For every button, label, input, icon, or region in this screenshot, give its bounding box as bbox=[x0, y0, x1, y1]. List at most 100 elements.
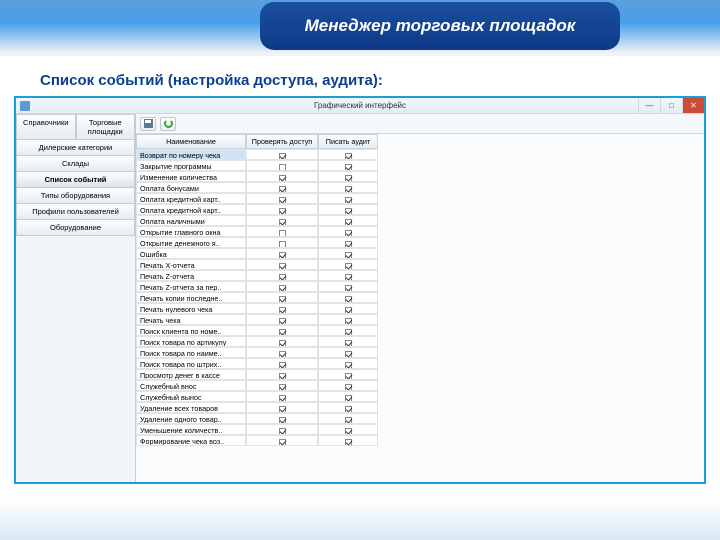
row-audit-cell[interactable] bbox=[318, 204, 378, 215]
row-audit-cell[interactable] bbox=[318, 380, 378, 391]
sidebar-item-4[interactable]: Профили пользователей bbox=[16, 204, 135, 220]
checkbox-icon[interactable] bbox=[345, 329, 352, 336]
row-name[interactable]: Возврат по номеру чека bbox=[136, 149, 246, 160]
row-access-cell[interactable] bbox=[246, 171, 318, 182]
row-name[interactable]: Печать X-отчета bbox=[136, 259, 246, 270]
row-name[interactable]: Служебный вынос bbox=[136, 391, 246, 402]
row-audit-cell[interactable] bbox=[318, 292, 378, 303]
row-audit-cell[interactable] bbox=[318, 171, 378, 182]
checkbox-icon[interactable] bbox=[279, 373, 286, 380]
row-audit-cell[interactable] bbox=[318, 369, 378, 380]
checkbox-icon[interactable] bbox=[279, 197, 286, 204]
row-audit-cell[interactable] bbox=[318, 248, 378, 259]
checkbox-icon[interactable] bbox=[345, 219, 352, 226]
row-name[interactable]: Удаление всех товаров bbox=[136, 402, 246, 413]
refresh-button[interactable] bbox=[160, 117, 176, 131]
minimize-button[interactable]: — bbox=[638, 98, 660, 113]
sidebar-tab-0[interactable]: Справочники bbox=[16, 114, 76, 140]
row-access-cell[interactable] bbox=[246, 226, 318, 237]
checkbox-icon[interactable] bbox=[279, 252, 286, 259]
row-audit-cell[interactable] bbox=[318, 259, 378, 270]
row-access-cell[interactable] bbox=[246, 347, 318, 358]
row-audit-cell[interactable] bbox=[318, 160, 378, 171]
checkbox-icon[interactable] bbox=[345, 384, 352, 391]
checkbox-icon[interactable] bbox=[279, 186, 286, 193]
checkbox-icon[interactable] bbox=[345, 351, 352, 358]
row-audit-cell[interactable] bbox=[318, 358, 378, 369]
checkbox-icon[interactable] bbox=[279, 417, 286, 424]
row-access-cell[interactable] bbox=[246, 369, 318, 380]
checkbox-icon[interactable] bbox=[279, 329, 286, 336]
row-name[interactable]: Оплата наличными bbox=[136, 215, 246, 226]
sidebar-item-1[interactable]: Склады bbox=[16, 156, 135, 172]
checkbox-icon[interactable] bbox=[279, 274, 286, 281]
row-name[interactable]: Оплата бонусами bbox=[136, 182, 246, 193]
checkbox-icon[interactable] bbox=[279, 340, 286, 347]
save-button[interactable] bbox=[140, 117, 156, 131]
row-access-cell[interactable] bbox=[246, 149, 318, 160]
row-name[interactable]: Уменьшение количеств.. bbox=[136, 424, 246, 435]
row-audit-cell[interactable] bbox=[318, 226, 378, 237]
sidebar-tab-1[interactable]: Торговые площадки bbox=[76, 114, 136, 140]
checkbox-icon[interactable] bbox=[345, 296, 352, 303]
checkbox-icon[interactable] bbox=[345, 362, 352, 369]
checkbox-icon[interactable] bbox=[279, 439, 286, 446]
checkbox-icon[interactable] bbox=[345, 285, 352, 292]
row-name[interactable]: Оплата кредитной карт.. bbox=[136, 193, 246, 204]
row-name[interactable]: Поиск товара по штрих.. bbox=[136, 358, 246, 369]
grid-header-2[interactable]: Писать аудит bbox=[318, 134, 378, 149]
row-name[interactable]: Печать копии последне.. bbox=[136, 292, 246, 303]
row-name[interactable]: Открытие главного окна bbox=[136, 226, 246, 237]
checkbox-icon[interactable] bbox=[345, 197, 352, 204]
row-name[interactable]: Печать нулевого чека bbox=[136, 303, 246, 314]
checkbox-icon[interactable] bbox=[279, 285, 286, 292]
row-name[interactable]: Печать Z-отчета за пер.. bbox=[136, 281, 246, 292]
checkbox-icon[interactable] bbox=[345, 153, 352, 160]
row-access-cell[interactable] bbox=[246, 281, 318, 292]
row-name[interactable]: Поиск товара по артикулу bbox=[136, 336, 246, 347]
checkbox-icon[interactable] bbox=[279, 230, 286, 237]
row-access-cell[interactable] bbox=[246, 380, 318, 391]
checkbox-icon[interactable] bbox=[279, 318, 286, 325]
grid-header-1[interactable]: Проверять доступ bbox=[246, 134, 318, 149]
row-audit-cell[interactable] bbox=[318, 314, 378, 325]
row-name[interactable]: Печать чека bbox=[136, 314, 246, 325]
window-titlebar[interactable]: Графический интерфейс — □ ✕ bbox=[16, 98, 704, 114]
grid-header-0[interactable]: Наименование bbox=[136, 134, 246, 149]
maximize-button[interactable]: □ bbox=[660, 98, 682, 113]
row-access-cell[interactable] bbox=[246, 358, 318, 369]
row-name[interactable]: Поиск товара по наиме.. bbox=[136, 347, 246, 358]
checkbox-icon[interactable] bbox=[279, 307, 286, 314]
row-audit-cell[interactable] bbox=[318, 193, 378, 204]
checkbox-icon[interactable] bbox=[345, 175, 352, 182]
row-access-cell[interactable] bbox=[246, 270, 318, 281]
events-grid[interactable]: НаименованиеПроверять доступПисать аудит… bbox=[136, 134, 704, 446]
checkbox-icon[interactable] bbox=[345, 428, 352, 435]
row-access-cell[interactable] bbox=[246, 204, 318, 215]
checkbox-icon[interactable] bbox=[345, 164, 352, 171]
row-audit-cell[interactable] bbox=[318, 237, 378, 248]
checkbox-icon[interactable] bbox=[345, 230, 352, 237]
checkbox-icon[interactable] bbox=[279, 395, 286, 402]
row-name[interactable]: Закрытие программы bbox=[136, 160, 246, 171]
row-audit-cell[interactable] bbox=[318, 325, 378, 336]
row-name[interactable]: Ошибка bbox=[136, 248, 246, 259]
row-access-cell[interactable] bbox=[246, 160, 318, 171]
row-audit-cell[interactable] bbox=[318, 413, 378, 424]
row-audit-cell[interactable] bbox=[318, 435, 378, 446]
checkbox-icon[interactable] bbox=[345, 417, 352, 424]
checkbox-icon[interactable] bbox=[279, 175, 286, 182]
row-name[interactable]: Открытие денежного я.. bbox=[136, 237, 246, 248]
row-access-cell[interactable] bbox=[246, 248, 318, 259]
checkbox-icon[interactable] bbox=[345, 318, 352, 325]
close-button[interactable]: ✕ bbox=[682, 98, 704, 113]
checkbox-icon[interactable] bbox=[279, 351, 286, 358]
sidebar-item-0[interactable]: Дилерские категории bbox=[16, 140, 135, 156]
row-access-cell[interactable] bbox=[246, 193, 318, 204]
checkbox-icon[interactable] bbox=[279, 384, 286, 391]
checkbox-icon[interactable] bbox=[279, 406, 286, 413]
row-name[interactable]: Формирование чека воз.. bbox=[136, 435, 246, 446]
checkbox-icon[interactable] bbox=[279, 296, 286, 303]
checkbox-icon[interactable] bbox=[279, 208, 286, 215]
row-access-cell[interactable] bbox=[246, 215, 318, 226]
